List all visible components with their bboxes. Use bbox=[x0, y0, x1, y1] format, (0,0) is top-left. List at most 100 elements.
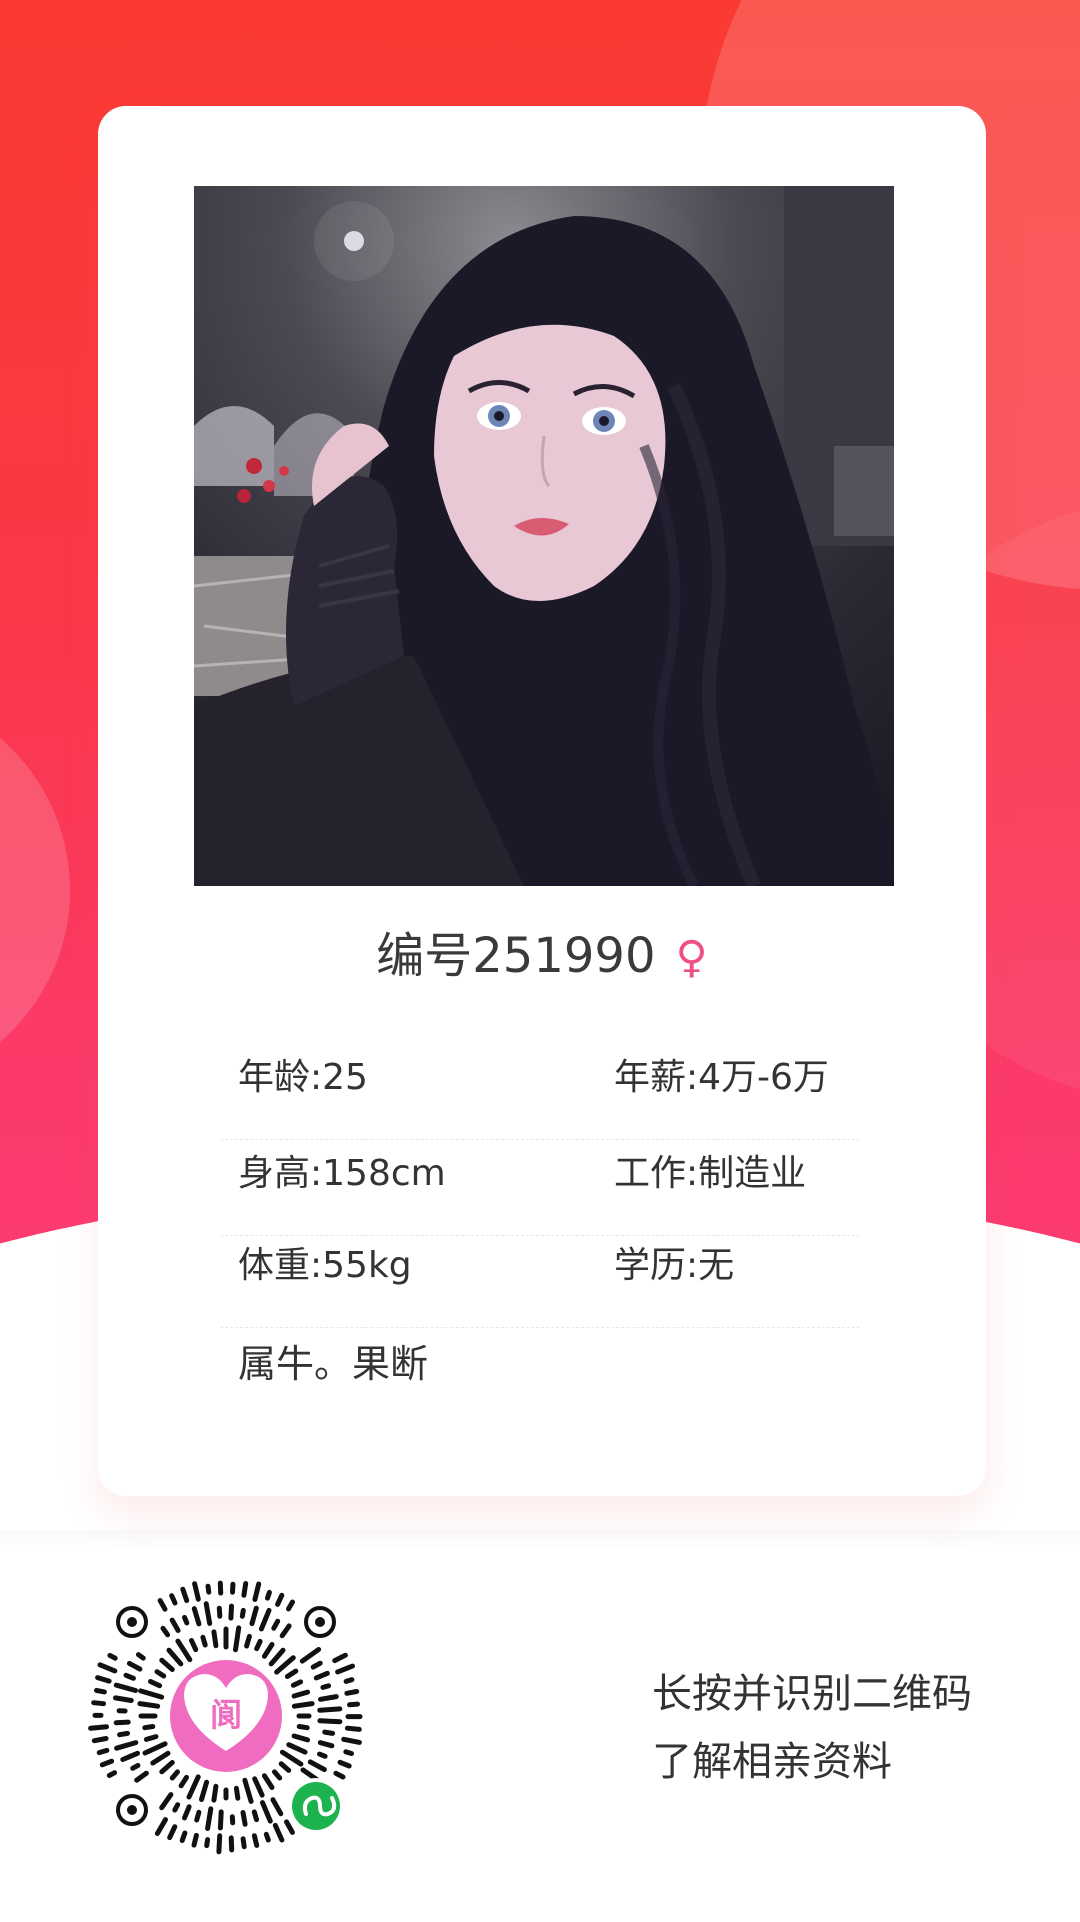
qr-ray bbox=[290, 1679, 304, 1688]
info-row: 体重:55kg 学历:无 bbox=[220, 1231, 860, 1328]
qr-ray bbox=[317, 1740, 335, 1749]
qr-ray bbox=[317, 1706, 343, 1713]
qr-ray bbox=[344, 1689, 360, 1696]
profile-id-row: 编号251990 ♀ bbox=[98, 926, 986, 988]
qr-ray bbox=[204, 1837, 211, 1849]
mini-program-qr-code[interactable]: 阆 bbox=[76, 1566, 376, 1866]
qr-ray bbox=[310, 1660, 323, 1670]
qr-ray bbox=[291, 1733, 311, 1743]
qr-ray bbox=[261, 1773, 275, 1790]
qr-ray bbox=[284, 1668, 299, 1679]
qr-ray bbox=[94, 1687, 107, 1695]
qr-ray bbox=[322, 1729, 336, 1736]
qr-ray bbox=[307, 1759, 327, 1773]
qr-ray bbox=[205, 1583, 212, 1595]
qr-ray bbox=[117, 1730, 130, 1738]
qr-ray bbox=[341, 1736, 362, 1745]
info-row: 年龄:25 年薪:4万-6万 bbox=[220, 1043, 860, 1140]
qr-ray bbox=[169, 1769, 180, 1781]
qr-ray bbox=[241, 1581, 249, 1598]
qr-ray bbox=[186, 1774, 201, 1800]
profile-photo[interactable] bbox=[194, 186, 894, 886]
qr-ray bbox=[343, 1749, 354, 1756]
background-bubble bbox=[0, 690, 70, 1090]
qr-ray bbox=[182, 1804, 192, 1821]
qr-ray bbox=[157, 1598, 168, 1612]
qr-ray bbox=[233, 1625, 242, 1653]
qr-ray bbox=[251, 1833, 260, 1848]
qr-ray bbox=[159, 1792, 174, 1811]
qr-ray bbox=[271, 1618, 281, 1631]
qr-ray bbox=[217, 1809, 224, 1831]
qr-ray bbox=[88, 1724, 109, 1731]
qr-ray bbox=[113, 1719, 131, 1726]
qr-ray bbox=[242, 1777, 254, 1804]
qr-ray bbox=[99, 1758, 115, 1768]
qr-ray bbox=[265, 1589, 272, 1601]
profile-description: 属牛。果断 bbox=[238, 1342, 429, 1386]
qr-ray bbox=[142, 1741, 168, 1756]
qr-ray bbox=[154, 1669, 167, 1679]
qr-ray bbox=[286, 1599, 295, 1612]
app-logo-char: 阆 bbox=[210, 1696, 242, 1734]
qr-ray bbox=[240, 1836, 247, 1850]
qr-ray bbox=[95, 1675, 112, 1684]
qr-code-pattern: 阆 bbox=[88, 1580, 363, 1855]
qr-finder-mark bbox=[116, 1794, 148, 1826]
info-weight: 体重:55kg bbox=[238, 1245, 412, 1286]
qr-ray bbox=[317, 1718, 343, 1725]
qr-ray bbox=[251, 1809, 259, 1823]
qr-ray bbox=[263, 1831, 271, 1843]
qr-ray bbox=[154, 1817, 168, 1836]
qr-ray bbox=[337, 1759, 352, 1769]
qr-ray bbox=[274, 1655, 296, 1675]
qr-ray bbox=[320, 1683, 332, 1690]
qr-ray bbox=[182, 1614, 190, 1626]
qr-ray bbox=[130, 1762, 141, 1771]
qr-ray bbox=[96, 1747, 110, 1756]
qr-ray bbox=[252, 1581, 262, 1602]
profile-card: 编号251990 ♀ 年龄:25 年薪:4万-6万 身高:158cm 工作:制造业… bbox=[98, 106, 986, 1496]
qr-ray bbox=[200, 1634, 208, 1648]
qr-ray bbox=[150, 1750, 171, 1766]
qr-ray bbox=[189, 1638, 199, 1653]
qr-ray bbox=[135, 1652, 146, 1661]
qr-ray bbox=[191, 1606, 202, 1627]
qr-ray bbox=[284, 1819, 295, 1835]
qr-ray bbox=[138, 1688, 165, 1700]
qr-ray bbox=[291, 1701, 315, 1709]
info-height: 身高:158cm bbox=[238, 1153, 446, 1194]
qr-ray bbox=[114, 1740, 139, 1751]
qr-ray bbox=[180, 1586, 190, 1603]
qr-ray bbox=[134, 1770, 149, 1783]
qr-ray bbox=[159, 1760, 175, 1775]
qr-ray bbox=[240, 1810, 248, 1827]
qr-ray bbox=[272, 1822, 285, 1843]
qr-ray bbox=[199, 1779, 210, 1802]
qr-ray bbox=[318, 1694, 339, 1702]
qr-ray bbox=[194, 1809, 202, 1823]
qr-ray bbox=[211, 1629, 219, 1649]
qr-ray bbox=[175, 1638, 193, 1663]
qr-ray bbox=[270, 1797, 284, 1817]
qr-ray bbox=[249, 1605, 259, 1627]
qr-finder-mark bbox=[304, 1606, 336, 1638]
qr-ray bbox=[143, 1734, 159, 1742]
qr-ray bbox=[239, 1607, 246, 1619]
qr-ray bbox=[142, 1724, 156, 1731]
qr-ray bbox=[279, 1623, 292, 1639]
qr-ray bbox=[107, 1652, 118, 1661]
qr-ray bbox=[278, 1761, 292, 1773]
qr-ray bbox=[216, 1605, 223, 1619]
qr-ray bbox=[260, 1800, 273, 1824]
qr-ray bbox=[347, 1701, 360, 1708]
qr-ray bbox=[335, 1663, 355, 1675]
qr-ray bbox=[313, 1670, 330, 1681]
qr-ray bbox=[169, 1593, 178, 1606]
profile-photo-illustration bbox=[194, 186, 894, 886]
qr-hint-line1: 长按并识别二维码 bbox=[652, 1671, 972, 1717]
qr-ray bbox=[192, 1581, 201, 1602]
qr-finder-mark bbox=[116, 1606, 148, 1638]
qr-ray bbox=[286, 1742, 308, 1755]
qr-ray bbox=[178, 1774, 189, 1789]
